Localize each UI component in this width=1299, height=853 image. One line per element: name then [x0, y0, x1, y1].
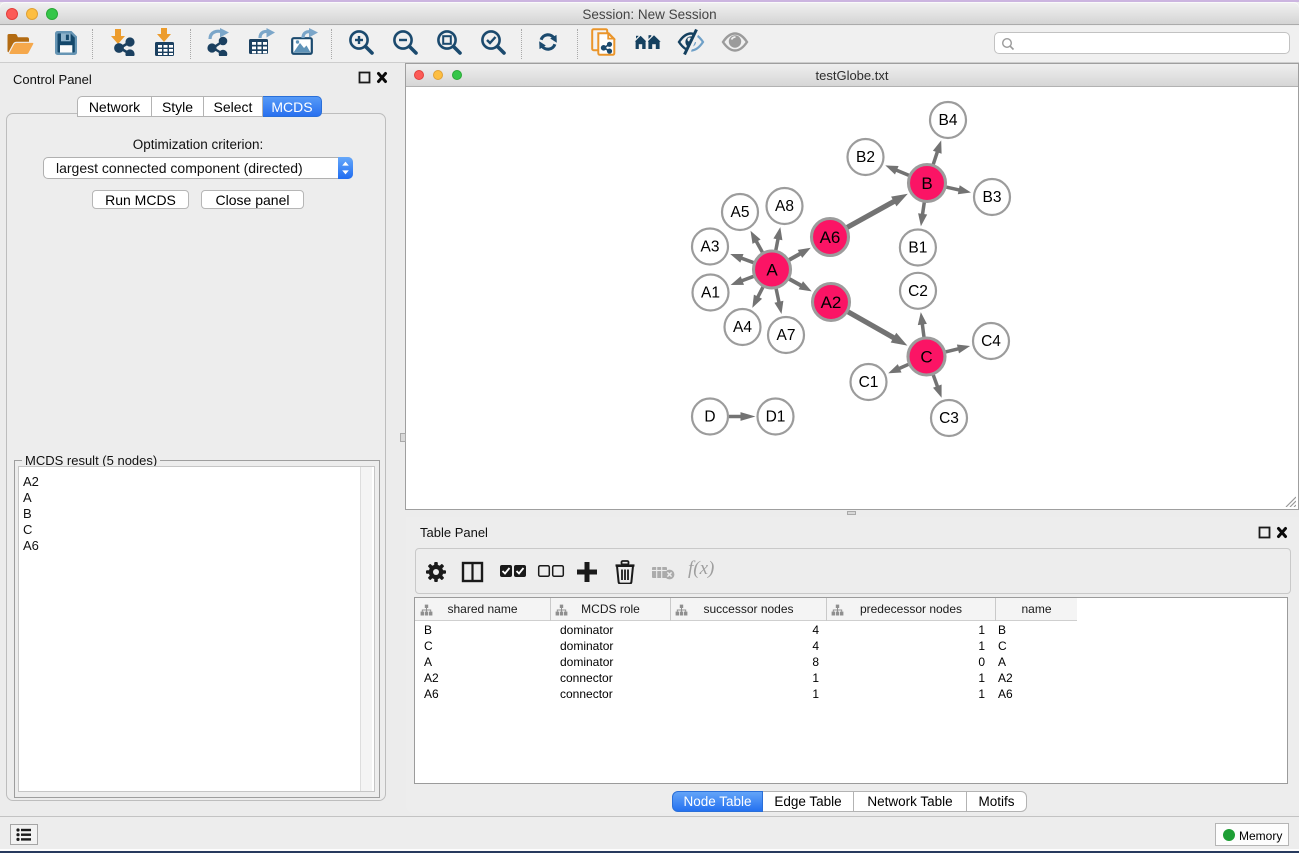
svg-text:A5: A5	[731, 204, 750, 221]
svg-text:A6: A6	[820, 228, 841, 247]
svg-text:A3: A3	[701, 239, 720, 256]
svg-text:A4: A4	[733, 319, 752, 336]
svg-text:C1: C1	[859, 374, 879, 391]
svg-text:A8: A8	[775, 198, 794, 215]
svg-text:D1: D1	[766, 409, 786, 426]
svg-text:C2: C2	[908, 283, 928, 300]
svg-text:A: A	[766, 261, 778, 280]
svg-text:B4: B4	[939, 112, 958, 129]
svg-text:B2: B2	[856, 149, 875, 166]
svg-text:A7: A7	[777, 327, 796, 344]
svg-text:D: D	[704, 409, 715, 426]
svg-text:C4: C4	[981, 333, 1001, 350]
svg-text:B1: B1	[908, 240, 927, 257]
svg-text:C3: C3	[939, 410, 959, 427]
svg-text:A1: A1	[701, 285, 720, 302]
svg-text:B: B	[921, 174, 932, 193]
svg-text:B3: B3	[983, 189, 1002, 206]
svg-text:A2: A2	[821, 293, 842, 312]
svg-text:C: C	[920, 348, 932, 367]
